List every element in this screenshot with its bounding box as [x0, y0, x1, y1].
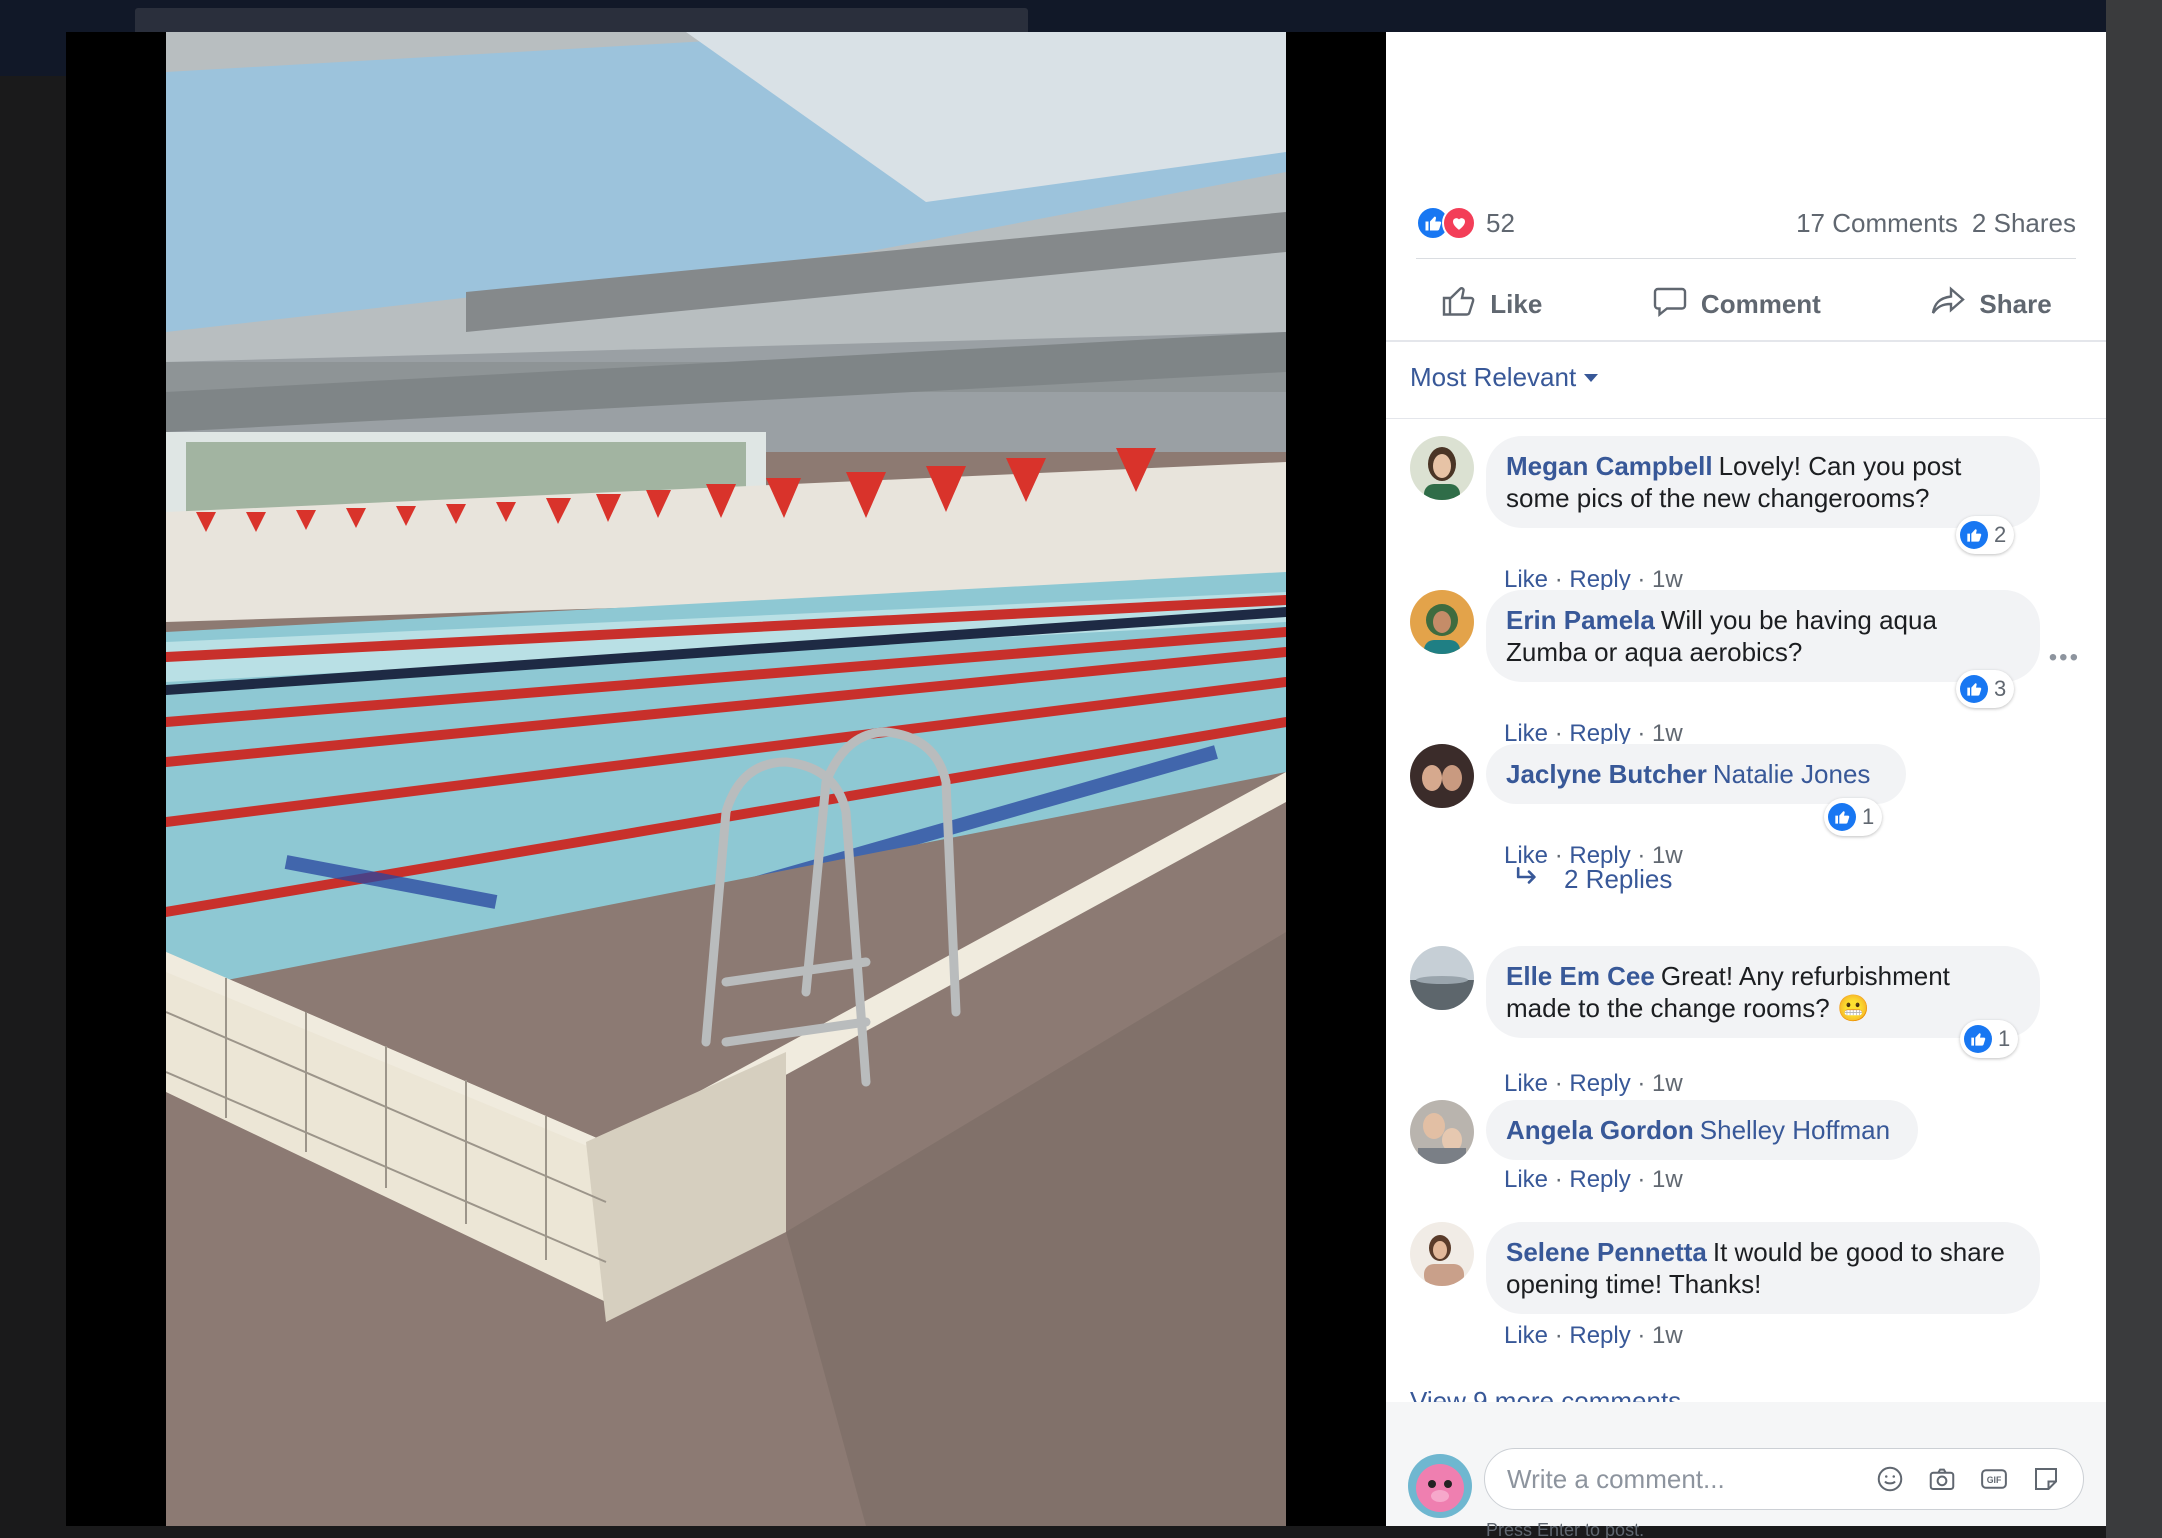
thumbs-up-icon	[1440, 283, 1478, 326]
sort-divider	[1386, 418, 2106, 419]
composer-hint: Press Enter to post.	[1486, 1520, 1645, 1538]
stats-divider	[1416, 258, 2076, 259]
share-button[interactable]: Share	[1929, 283, 2052, 326]
comment-like-link[interactable]: Like	[1504, 1070, 1548, 1097]
comment-reply-link[interactable]: Reply	[1569, 720, 1630, 747]
more-options-icon[interactable]: •••	[2049, 644, 2080, 672]
comment-like-link[interactable]: Like	[1504, 1322, 1548, 1349]
view-replies-link[interactable]: 2 Replies	[1516, 864, 1672, 895]
sticker-icon[interactable]	[2031, 1464, 2061, 1494]
comment-author[interactable]: Angela Gordon	[1506, 1115, 1694, 1145]
comment-input[interactable]: Write a comment... GIF	[1484, 1448, 2084, 1510]
emoji-icon[interactable]	[1875, 1464, 1905, 1494]
like-button[interactable]: Like	[1440, 283, 1542, 326]
comment-input-placeholder: Write a comment...	[1507, 1463, 1725, 1494]
thumbs-up-icon	[1960, 521, 1988, 549]
sort-label: Most Relevant	[1410, 362, 1577, 392]
like-count: 1	[1862, 804, 1875, 829]
post-stats: 52 17 Comments 2 Shares	[1416, 200, 2076, 246]
reply-arrow-icon	[1516, 864, 1542, 895]
tagged-user[interactable]: Natalie Jones	[1713, 759, 1871, 789]
comment-time[interactable]: 1w	[1652, 566, 1683, 593]
speech-bubble-icon	[1651, 283, 1689, 326]
share-button-label: Share	[1979, 288, 2052, 319]
gif-icon[interactable]: GIF	[1979, 1464, 2009, 1494]
comment-reply-link[interactable]: Reply	[1569, 1070, 1630, 1097]
pool-photo-illustration	[166, 32, 1286, 1526]
thumbs-up-icon	[1964, 1025, 1992, 1053]
comment-like-count[interactable]: 1	[1824, 798, 1883, 836]
grimace-emoji: 😬	[1837, 993, 1870, 1023]
sort-dropdown[interactable]: Most Relevant	[1410, 362, 1599, 393]
avatar[interactable]	[1410, 1222, 1474, 1286]
comment-button[interactable]: Comment	[1651, 283, 1821, 326]
comment-composer: Write a comment... GIF Press Enter to po…	[1386, 1402, 2106, 1538]
share-arrow-icon	[1929, 283, 1967, 326]
pool-photo[interactable]	[166, 32, 1286, 1526]
post-actions: Like Comment Share	[1386, 268, 2106, 340]
comment-bubble: Jaclyne Butcher Natalie Jones	[1486, 744, 1906, 804]
tagged-user[interactable]: Shelley Hoffman	[1700, 1115, 1890, 1145]
avatar[interactable]	[1410, 436, 1474, 500]
avatar[interactable]	[1410, 946, 1474, 1010]
comment-meta: Like · Reply · 1w	[1504, 1166, 1683, 1193]
comment-like-link[interactable]: Like	[1504, 566, 1548, 593]
comments-count[interactable]: 17 Comments	[1796, 208, 1958, 239]
comment-like-link[interactable]: Like	[1504, 720, 1548, 747]
comment-author[interactable]: Megan Campbell	[1506, 451, 1713, 481]
comment-bubble: Erin Pamela Will you be having aqua Zumba…	[1486, 590, 2040, 682]
camera-icon[interactable]	[1927, 1464, 1957, 1494]
caret-down-icon	[1584, 373, 1599, 382]
comment-meta: Like · Reply · 1w	[1504, 1070, 1683, 1097]
comment-author[interactable]: Selene Pennetta	[1506, 1237, 1707, 1267]
comment-like-count[interactable]: 1	[1960, 1020, 2019, 1058]
comment-meta: Like · Reply · 1w	[1504, 1322, 1683, 1349]
thumbs-up-icon	[1960, 675, 1988, 703]
avatar[interactable]	[1410, 1100, 1474, 1164]
actions-divider	[1386, 340, 2106, 342]
comment-author[interactable]: Elle Em Cee	[1506, 961, 1655, 991]
comment-time[interactable]: 1w	[1652, 1070, 1683, 1097]
thumbs-up-icon	[1828, 803, 1856, 831]
comment-time[interactable]: 1w	[1652, 1322, 1683, 1349]
comment-bubble: Angela Gordon Shelley Hoffman	[1486, 1100, 1918, 1160]
comment-like-count[interactable]: 3	[1956, 670, 2015, 708]
comment-button-label: Comment	[1700, 288, 1821, 319]
comment-reply-link[interactable]: Reply	[1569, 1166, 1630, 1193]
comment-reply-link[interactable]: Reply	[1569, 566, 1630, 593]
like-count: 2	[1994, 522, 2007, 547]
avatar[interactable]	[1410, 590, 1474, 654]
reaction-count[interactable]: 52	[1486, 208, 1515, 239]
comment-time[interactable]: 1w	[1652, 720, 1683, 747]
comment-time[interactable]: 1w	[1652, 1166, 1683, 1193]
like-count: 3	[1994, 676, 2007, 701]
like-button-label: Like	[1490, 288, 1543, 319]
comment-bubble: Elle Em Cee Great! Any refurbishment made…	[1486, 946, 2040, 1038]
like-count: 1	[1998, 1026, 2011, 1051]
comment-like-link[interactable]: Like	[1504, 1166, 1548, 1193]
avatar[interactable]	[1408, 1454, 1472, 1518]
comment-bubble: Megan Campbell Lovely! Can you post some …	[1486, 436, 2040, 528]
replies-label: 2 Replies	[1564, 864, 1673, 894]
comment-like-count[interactable]: 2	[1956, 516, 2015, 554]
comment-author[interactable]: Jaclyne Butcher	[1506, 759, 1707, 789]
post-sidebar: 52 17 Comments 2 Shares Like Comment Sha…	[1386, 32, 2106, 1538]
comment-reply-link[interactable]: Reply	[1569, 1322, 1630, 1349]
svg-text:GIF: GIF	[1987, 1475, 2002, 1485]
background-page-edge	[2106, 0, 2162, 1538]
comment-bubble: Selene Pennetta It would be good to share…	[1486, 1222, 2040, 1314]
shares-count[interactable]: 2 Shares	[1972, 208, 2076, 239]
avatar[interactable]	[1410, 744, 1474, 808]
comment-author[interactable]: Erin Pamela	[1506, 605, 1655, 635]
love-reaction-icon	[1442, 206, 1476, 240]
